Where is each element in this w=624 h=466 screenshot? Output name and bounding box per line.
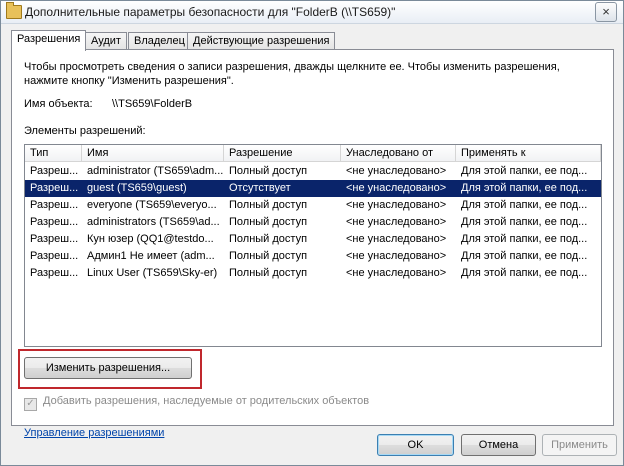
object-name-label: Имя объекта: [24, 98, 93, 110]
cell-apply-to: Для этой папки, ее под... [461, 182, 588, 194]
tab-permissions[interactable]: Разрешения [11, 30, 87, 51]
cell-type: Разреш... [30, 216, 79, 228]
column-header-inherited-from[interactable]: Унаследовано от [341, 145, 456, 162]
column-header-name[interactable]: Имя [82, 145, 224, 162]
ok-button[interactable]: OK [377, 434, 454, 456]
table-row[interactable]: Разреш... Админ1 Не имеет (adm... Полный д… [25, 248, 601, 265]
cell-permission: Отсутствует [229, 182, 291, 194]
cell-inherited-from: <не унаследовано> [346, 216, 447, 228]
cell-apply-to: Для этой папки, ее под... [461, 267, 588, 279]
cell-name: Админ1 Не имеет (adm... [87, 250, 215, 262]
cell-name: Linux User (TS659\Sky-er) [87, 267, 218, 279]
cell-apply-to: Для этой папки, ее под... [461, 250, 588, 262]
cell-type: Разреш... [30, 233, 79, 245]
security-dialog-window: Дополнительные параметры безопасности дл… [0, 0, 624, 466]
window-title: Дополнительные параметры безопасности дл… [25, 5, 396, 19]
apply-button[interactable]: Применить [542, 434, 617, 456]
cell-apply-to: Для этой папки, ее под... [461, 233, 588, 245]
instructions-text: Чтобы просмотреть сведения о записи разр… [24, 61, 560, 87]
cell-type: Разреш... [30, 250, 79, 262]
permission-entries-label: Элементы разрешений: [24, 125, 146, 137]
cell-apply-to: Для этой папки, ее под... [461, 165, 588, 177]
cell-name: administrator (TS659\adm... [87, 165, 224, 177]
tab-audit[interactable]: Аудит [85, 32, 127, 50]
cell-permission: Полный доступ [229, 233, 308, 245]
cell-type: Разреш... [30, 199, 79, 211]
close-button[interactable]: × [595, 2, 617, 22]
close-icon: × [602, 4, 610, 19]
inherit-permissions-checkbox[interactable]: ✓ [24, 398, 37, 411]
dialog-body: Разрешения Аудит Владелец Действующие ра… [1, 24, 623, 465]
cell-type: Разреш... [30, 182, 79, 194]
cell-inherited-from: <не унаследовано> [346, 165, 447, 177]
object-name-value: \\TS659\FolderB [112, 98, 193, 110]
tab-owner[interactable]: Владелец [128, 32, 191, 50]
list-header: Тип Имя Разрешение Унаследовано от Приме… [25, 145, 601, 162]
table-row[interactable]: Разреш... guest (TS659\guest) Отсутствует <… [25, 180, 601, 197]
table-row[interactable]: Разреш... Linux User (TS659\Sky-er) Полный… [25, 265, 601, 282]
cell-inherited-from: <не унаследовано> [346, 233, 447, 245]
cell-inherited-from: <не унаследовано> [346, 267, 447, 279]
folder-icon [6, 2, 22, 19]
cell-name: Кун юзер (QQ1@testdo... [87, 233, 214, 245]
cell-apply-to: Для этой папки, ее под... [461, 216, 588, 228]
cell-permission: Полный доступ [229, 250, 308, 262]
cell-inherited-from: <не унаследовано> [346, 199, 447, 211]
table-row[interactable]: Разреш... everyone (TS659\everyo... Полный… [25, 197, 601, 214]
table-row[interactable]: Разреш... administrator (TS659\adm... Полн… [25, 163, 601, 180]
cell-inherited-from: <не унаследовано> [346, 250, 447, 262]
column-header-apply-to[interactable]: Применять к [456, 145, 601, 162]
cell-type: Разреш... [30, 165, 79, 177]
cell-permission: Полный доступ [229, 165, 308, 177]
manage-permissions-link[interactable]: Управление разрешениями [24, 427, 164, 439]
cell-permission: Полный доступ [229, 216, 308, 228]
title-bar[interactable]: Дополнительные параметры безопасности дл… [1, 1, 623, 24]
cell-permission: Полный доступ [229, 267, 308, 279]
table-row[interactable]: Разреш... Кун юзер (QQ1@testdo... Полный д… [25, 231, 601, 248]
column-header-permission[interactable]: Разрешение [224, 145, 341, 162]
cell-apply-to: Для этой папки, ее под... [461, 199, 588, 211]
inherit-permissions-label: Добавить разрешения, наследуемые от роди… [43, 395, 370, 407]
change-permissions-button[interactable]: Изменить разрешения... [24, 357, 192, 379]
tab-effective-permissions[interactable]: Действующие разрешения [187, 32, 336, 50]
permissions-panel: Чтобы просмотреть сведения о записи разр… [11, 49, 614, 439]
cell-name: guest (TS659\guest) [87, 182, 187, 194]
cell-name: administrators (TS659\ad... [87, 216, 220, 228]
column-header-type[interactable]: Тип [25, 145, 82, 162]
cell-inherited-from: <не унаследовано> [346, 182, 447, 194]
table-row[interactable]: Разреш... administrators (TS659\ad... Полн… [25, 214, 601, 231]
permission-entries-list[interactable]: Тип Имя Разрешение Унаследовано от Приме… [24, 144, 602, 347]
cell-type: Разреш... [30, 267, 79, 279]
cell-name: everyone (TS659\everyo... [87, 199, 217, 211]
cancel-button[interactable]: Отмена [461, 434, 536, 456]
cell-permission: Полный доступ [229, 199, 308, 211]
inherit-permissions-row: ✓ Добавить разрешения, наследуемые от род… [24, 395, 369, 411]
